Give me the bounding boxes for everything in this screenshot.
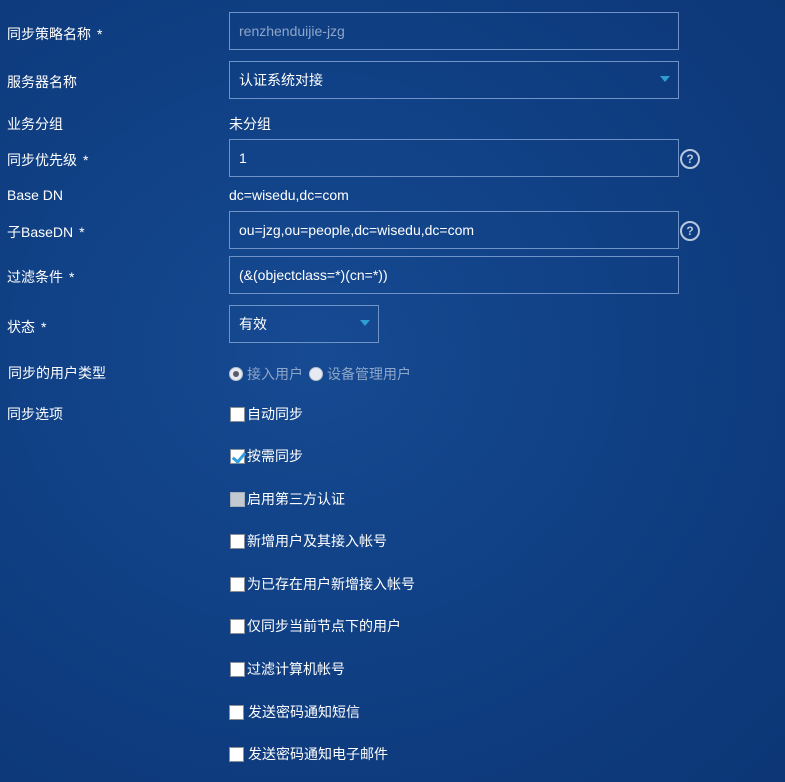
checkbox[interactable]: [230, 661, 245, 677]
radio-device-admin-user[interactable]: [309, 367, 323, 381]
option-current-node-only[interactable]: 仅同步当前节点下的用户: [230, 616, 401, 636]
sub-base-dn-label: 子BaseDN *: [7, 224, 85, 240]
chevron-down-icon: [660, 76, 670, 82]
base-dn-value: dc=wisedu,dc=com: [229, 187, 349, 203]
checkbox-label: 发送密码通知电子邮件: [248, 746, 388, 762]
user-type-radio-group: 接入用户 设备管理用户: [229, 364, 411, 384]
option-existing-user-accounts[interactable]: 为已存在用户新增接入帐号: [230, 574, 415, 594]
checkbox-label: 仅同步当前节点下的用户: [247, 618, 401, 634]
checkbox-label: 启用第三方认证: [247, 491, 345, 507]
checkbox-disabled[interactable]: [230, 491, 245, 507]
option-third-party-auth[interactable]: 启用第三方认证: [230, 489, 345, 509]
checkbox-label: 发送密码通知短信: [248, 704, 360, 720]
base-dn-label: Base DN: [7, 187, 64, 203]
checkbox[interactable]: [230, 576, 245, 592]
checkbox-checked[interactable]: [230, 448, 245, 464]
priority-help-icon[interactable]: ?: [680, 149, 700, 169]
option-sms-password-notice[interactable]: 发送密码通知短信: [229, 702, 360, 722]
business-group-value: 未分组: [229, 116, 271, 132]
option-filter-computer-accounts[interactable]: 过滤计算机帐号: [230, 659, 345, 679]
filter-input[interactable]: (&(objectclass=*)(cn=*)): [229, 256, 679, 294]
radio-device-admin-user-label[interactable]: 设备管理用户: [327, 364, 411, 384]
user-type-label: 同步的用户类型: [8, 365, 106, 381]
option-new-user-accounts[interactable]: 新增用户及其接入帐号: [230, 531, 387, 551]
checkbox-label: 过滤计算机帐号: [247, 661, 345, 677]
status-value: 有效: [239, 316, 267, 332]
option-on-demand-sync[interactable]: 按需同步: [230, 446, 303, 466]
server-name-select[interactable]: 认证系统对接: [229, 61, 679, 99]
checkbox[interactable]: [230, 406, 245, 422]
checkbox[interactable]: [229, 746, 244, 762]
radio-access-user-label[interactable]: 接入用户: [247, 364, 303, 384]
checkbox-label: 自动同步: [247, 406, 303, 422]
sub-base-dn-help-icon[interactable]: ?: [680, 221, 700, 241]
checkbox[interactable]: [230, 533, 245, 549]
policy-name-input[interactable]: renzhenduijie-jzg: [229, 12, 679, 50]
checkbox-label: 新增用户及其接入帐号: [247, 533, 387, 549]
policy-name-label: 同步策略名称 *: [7, 26, 103, 42]
priority-input[interactable]: 1: [229, 139, 679, 177]
priority-label: 同步优先级 *: [7, 152, 89, 168]
filter-label: 过滤条件 *: [7, 269, 75, 285]
sync-options-label: 同步选项: [7, 406, 63, 422]
radio-access-user[interactable]: [229, 367, 243, 381]
status-label: 状态 *: [7, 319, 47, 335]
checkbox-label: 按需同步: [247, 448, 303, 464]
sub-base-dn-input[interactable]: ou=jzg,ou=people,dc=wisedu,dc=com: [229, 211, 679, 249]
checkbox-label: 为已存在用户新增接入帐号: [247, 576, 415, 592]
checkbox[interactable]: [230, 618, 245, 634]
business-group-label: 业务分组: [7, 116, 63, 132]
checkbox[interactable]: [229, 704, 244, 720]
server-name-value: 认证系统对接: [239, 72, 323, 88]
status-select[interactable]: 有效: [229, 305, 379, 343]
chevron-down-icon: [360, 320, 370, 326]
option-email-password-notice[interactable]: 发送密码通知电子邮件: [229, 744, 388, 764]
server-name-label: 服务器名称: [7, 74, 77, 90]
option-auto-sync[interactable]: 自动同步: [230, 404, 303, 424]
